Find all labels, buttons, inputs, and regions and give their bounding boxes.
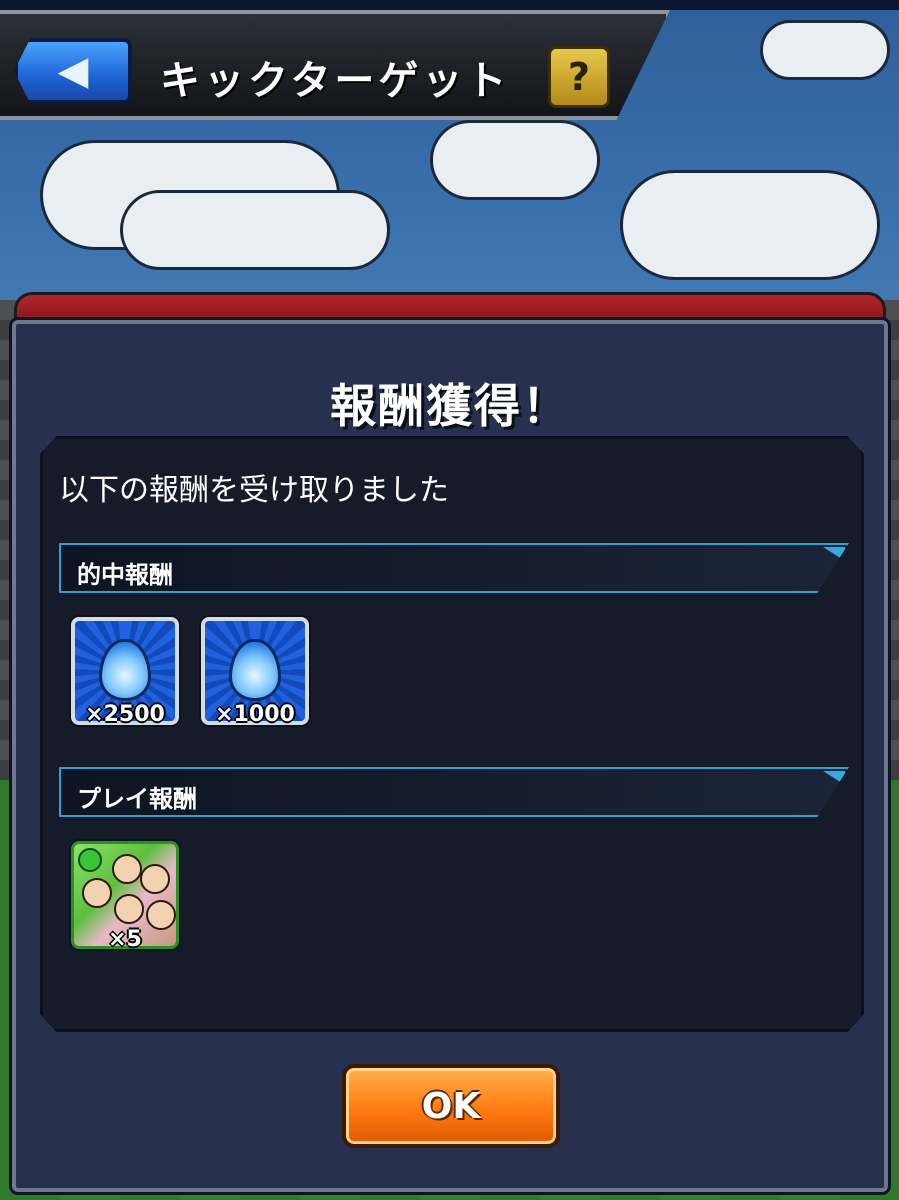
cloud (120, 190, 390, 270)
character-face-icon (114, 894, 144, 924)
element-badge-icon (78, 848, 102, 872)
section-label: プレイ報酬 (77, 785, 197, 813)
section-header-hit-reward: 的中報酬 (59, 543, 849, 593)
page-title: キックターゲット (160, 58, 511, 104)
question-icon: ? (567, 55, 591, 99)
character-face-icon (112, 854, 142, 884)
item-quantity: ×1000 (215, 702, 295, 727)
reward-item-orb[interactable]: ×1000 (201, 617, 309, 727)
ok-label: OK (421, 1085, 481, 1127)
section-label: 的中報酬 (77, 561, 173, 589)
reward-subtitle: 以下の報酬を受け取りました (59, 473, 449, 508)
orb-icon (229, 639, 281, 701)
corner-decoration (823, 547, 845, 561)
character-face-icon (82, 878, 112, 908)
cloud (760, 20, 890, 80)
corner-decoration (823, 771, 845, 785)
back-arrow-icon: ◀ (57, 48, 89, 94)
modal-title: 報酬獲得！ (330, 379, 570, 433)
help-button[interactable]: ? (548, 46, 610, 108)
header: ◀ キックターゲット ? (0, 10, 670, 120)
orb-icon (99, 639, 151, 701)
top-strip (0, 0, 899, 10)
character-face-icon (146, 900, 176, 930)
cloud (430, 120, 600, 200)
reward-item-orb[interactable]: ×2500 (71, 617, 179, 727)
ok-button[interactable]: OK (342, 1064, 560, 1148)
section-header-play-reward: プレイ報酬 (59, 767, 849, 817)
reward-item-character[interactable]: ×5 (71, 841, 179, 952)
character-face-icon (140, 864, 170, 894)
reward-panel: 以下の報酬を受け取りました 的中報酬 ×2500 ×1000 プレイ報酬 ×5 (40, 436, 864, 1032)
back-button[interactable]: ◀ (14, 38, 132, 104)
reward-modal: 報酬獲得！ 以下の報酬を受け取りました 的中報酬 ×2500 ×1000 プレイ… (12, 320, 888, 1192)
item-quantity: ×5 (108, 927, 142, 952)
cloud (620, 170, 880, 280)
item-quantity: ×2500 (85, 702, 165, 727)
